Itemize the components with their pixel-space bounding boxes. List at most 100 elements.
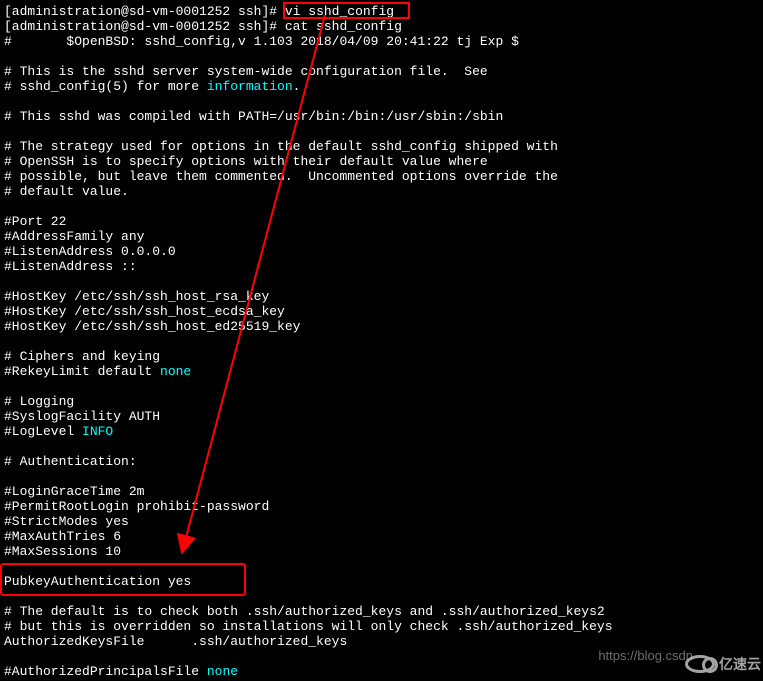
terminal-text-segment: # Logging xyxy=(4,394,74,409)
terminal-line: # Ciphers and keying xyxy=(4,349,759,364)
terminal-line: # sshd_config(5) for more information. xyxy=(4,79,759,94)
terminal-text-segment xyxy=(4,469,12,484)
terminal-text-segment: #MaxSessions 10 xyxy=(4,544,121,559)
terminal-text-segment: none xyxy=(207,664,238,679)
terminal-line xyxy=(4,559,759,574)
watermark-logo: 亿速云 xyxy=(685,655,761,673)
terminal-line: # but this is overridden so installation… xyxy=(4,619,759,634)
terminal-text-segment xyxy=(4,649,12,664)
terminal-text-segment xyxy=(4,49,12,64)
terminal-line: # default value. xyxy=(4,184,759,199)
terminal-line: #SyslogFacility AUTH xyxy=(4,409,759,424)
terminal-line: # The strategy used for options in the d… xyxy=(4,139,759,154)
terminal-text-segment xyxy=(4,94,12,109)
terminal-line xyxy=(4,49,759,64)
terminal-text-segment xyxy=(4,199,12,214)
terminal-text-segment: # Authentication: xyxy=(4,454,137,469)
terminal-text-segment: vi sshd_config xyxy=(285,4,394,19)
terminal-line xyxy=(4,199,759,214)
terminal-line xyxy=(4,334,759,349)
terminal-line: # OpenSSH is to specify options with the… xyxy=(4,154,759,169)
terminal-text-segment: #HostKey /etc/ssh/ssh_host_rsa_key xyxy=(4,289,269,304)
terminal-line: #PermitRootLogin prohibit-password xyxy=(4,499,759,514)
terminal-line: #MaxSessions 10 xyxy=(4,544,759,559)
terminal-line xyxy=(4,469,759,484)
terminal-text-segment xyxy=(4,379,12,394)
watermark-logo-text: 亿速云 xyxy=(719,657,761,672)
terminal-text-segment: #AuthorizedPrincipalsFile xyxy=(4,664,207,679)
terminal-text-segment: #HostKey /etc/ssh/ssh_host_ecdsa_key xyxy=(4,304,285,319)
terminal-line: # This is the sshd server system-wide co… xyxy=(4,64,759,79)
terminal-line: #ListenAddress 0.0.0.0 xyxy=(4,244,759,259)
terminal-text-segment: #HostKey /etc/ssh/ssh_host_ed25519_key xyxy=(4,319,300,334)
terminal-text-segment: # OpenSSH is to specify options with the… xyxy=(4,154,488,169)
terminal-text-segment: [administration@sd-vm-0001252 ssh]# cat … xyxy=(4,19,402,34)
terminal-text-segment: # possible, but leave them commented. Un… xyxy=(4,169,558,184)
terminal-line: #LogLevel INFO xyxy=(4,424,759,439)
terminal-text-segment: # This is the sshd server system-wide co… xyxy=(4,64,488,79)
terminal-line: #HostKey /etc/ssh/ssh_host_ed25519_key xyxy=(4,319,759,334)
terminal-text-segment: #StrictModes yes xyxy=(4,514,129,529)
terminal-text-segment: #PermitRootLogin prohibit-password xyxy=(4,499,269,514)
terminal-text-segment: #LogLevel xyxy=(4,424,82,439)
terminal-line xyxy=(4,94,759,109)
terminal-text-segment: # The default is to check both .ssh/auth… xyxy=(4,604,605,619)
terminal-text-segment: information xyxy=(207,79,293,94)
terminal-line: PubkeyAuthentication yes xyxy=(4,574,759,589)
terminal-text-segment: # sshd_config(5) for more xyxy=(4,79,207,94)
terminal-line: #RekeyLimit default none xyxy=(4,364,759,379)
terminal-text-segment: none xyxy=(160,364,191,379)
terminal-text-segment xyxy=(4,274,12,289)
logo-icon xyxy=(685,655,715,673)
terminal-text-segment: #AddressFamily any xyxy=(4,229,144,244)
terminal-line: # possible, but leave them commented. Un… xyxy=(4,169,759,184)
terminal-text-segment: . xyxy=(293,79,301,94)
terminal-line xyxy=(4,124,759,139)
terminal-line: #Port 22 xyxy=(4,214,759,229)
terminal-text-segment: #ListenAddress 0.0.0.0 xyxy=(4,244,176,259)
terminal-line: # This sshd was compiled with PATH=/usr/… xyxy=(4,109,759,124)
terminal-text-segment: AuthorizedKeysFile .ssh/authorized_keys xyxy=(4,634,347,649)
terminal-text-segment: #LoginGraceTime 2m xyxy=(4,484,144,499)
terminal-line xyxy=(4,439,759,454)
terminal-line: #LoginGraceTime 2m xyxy=(4,484,759,499)
terminal-line: #StrictModes yes xyxy=(4,514,759,529)
terminal-text-segment xyxy=(4,334,12,349)
terminal-line xyxy=(4,589,759,604)
terminal-line: #AddressFamily any xyxy=(4,229,759,244)
terminal-text-segment: # default value. xyxy=(4,184,129,199)
terminal-output: [administration@sd-vm-0001252 ssh]# vi s… xyxy=(4,4,759,679)
terminal-text-segment: # Ciphers and keying xyxy=(4,349,160,364)
terminal-text-segment: # but this is overridden so installation… xyxy=(4,619,613,634)
terminal-line: AuthorizedKeysFile .ssh/authorized_keys xyxy=(4,634,759,649)
terminal-line: #AuthorizedPrincipalsFile none xyxy=(4,664,759,679)
terminal-text-segment xyxy=(4,559,12,574)
terminal-text-segment xyxy=(4,589,12,604)
terminal-line xyxy=(4,274,759,289)
terminal-line: # Logging xyxy=(4,394,759,409)
terminal-line: #HostKey /etc/ssh/ssh_host_ecdsa_key xyxy=(4,304,759,319)
terminal-text-segment: # This sshd was compiled with PATH=/usr/… xyxy=(4,109,503,124)
terminal-line: #MaxAuthTries 6 xyxy=(4,529,759,544)
terminal-line: #ListenAddress :: xyxy=(4,259,759,274)
terminal-text-segment: #MaxAuthTries 6 xyxy=(4,529,121,544)
terminal-text-segment: INFO xyxy=(82,424,113,439)
terminal-text-segment: #ListenAddress :: xyxy=(4,259,137,274)
terminal-line: [administration@sd-vm-0001252 ssh]# cat … xyxy=(4,19,759,34)
terminal-line: # Authentication: xyxy=(4,454,759,469)
terminal-line xyxy=(4,379,759,394)
terminal-text-segment: # $OpenBSD: sshd_config,v 1.103 2018/04/… xyxy=(4,34,519,49)
terminal-line: #HostKey /etc/ssh/ssh_host_rsa_key xyxy=(4,289,759,304)
terminal-text-segment xyxy=(4,124,12,139)
terminal-line: # The default is to check both .ssh/auth… xyxy=(4,604,759,619)
terminal-line: [administration@sd-vm-0001252 ssh]# vi s… xyxy=(4,4,759,19)
watermark-url: https://blog.csdn xyxy=(598,648,693,663)
terminal-text-segment: # The strategy used for options in the d… xyxy=(4,139,558,154)
terminal-text-segment: [administration@sd-vm-0001252 ssh]# xyxy=(4,4,285,19)
terminal-line: # $OpenBSD: sshd_config,v 1.103 2018/04/… xyxy=(4,34,759,49)
terminal-text-segment: #Port 22 xyxy=(4,214,66,229)
terminal-text-segment: #RekeyLimit default xyxy=(4,364,160,379)
terminal-text-segment: PubkeyAuthentication yes xyxy=(4,574,191,589)
terminal-text-segment: #SyslogFacility AUTH xyxy=(4,409,160,424)
terminal-text-segment xyxy=(4,439,12,454)
